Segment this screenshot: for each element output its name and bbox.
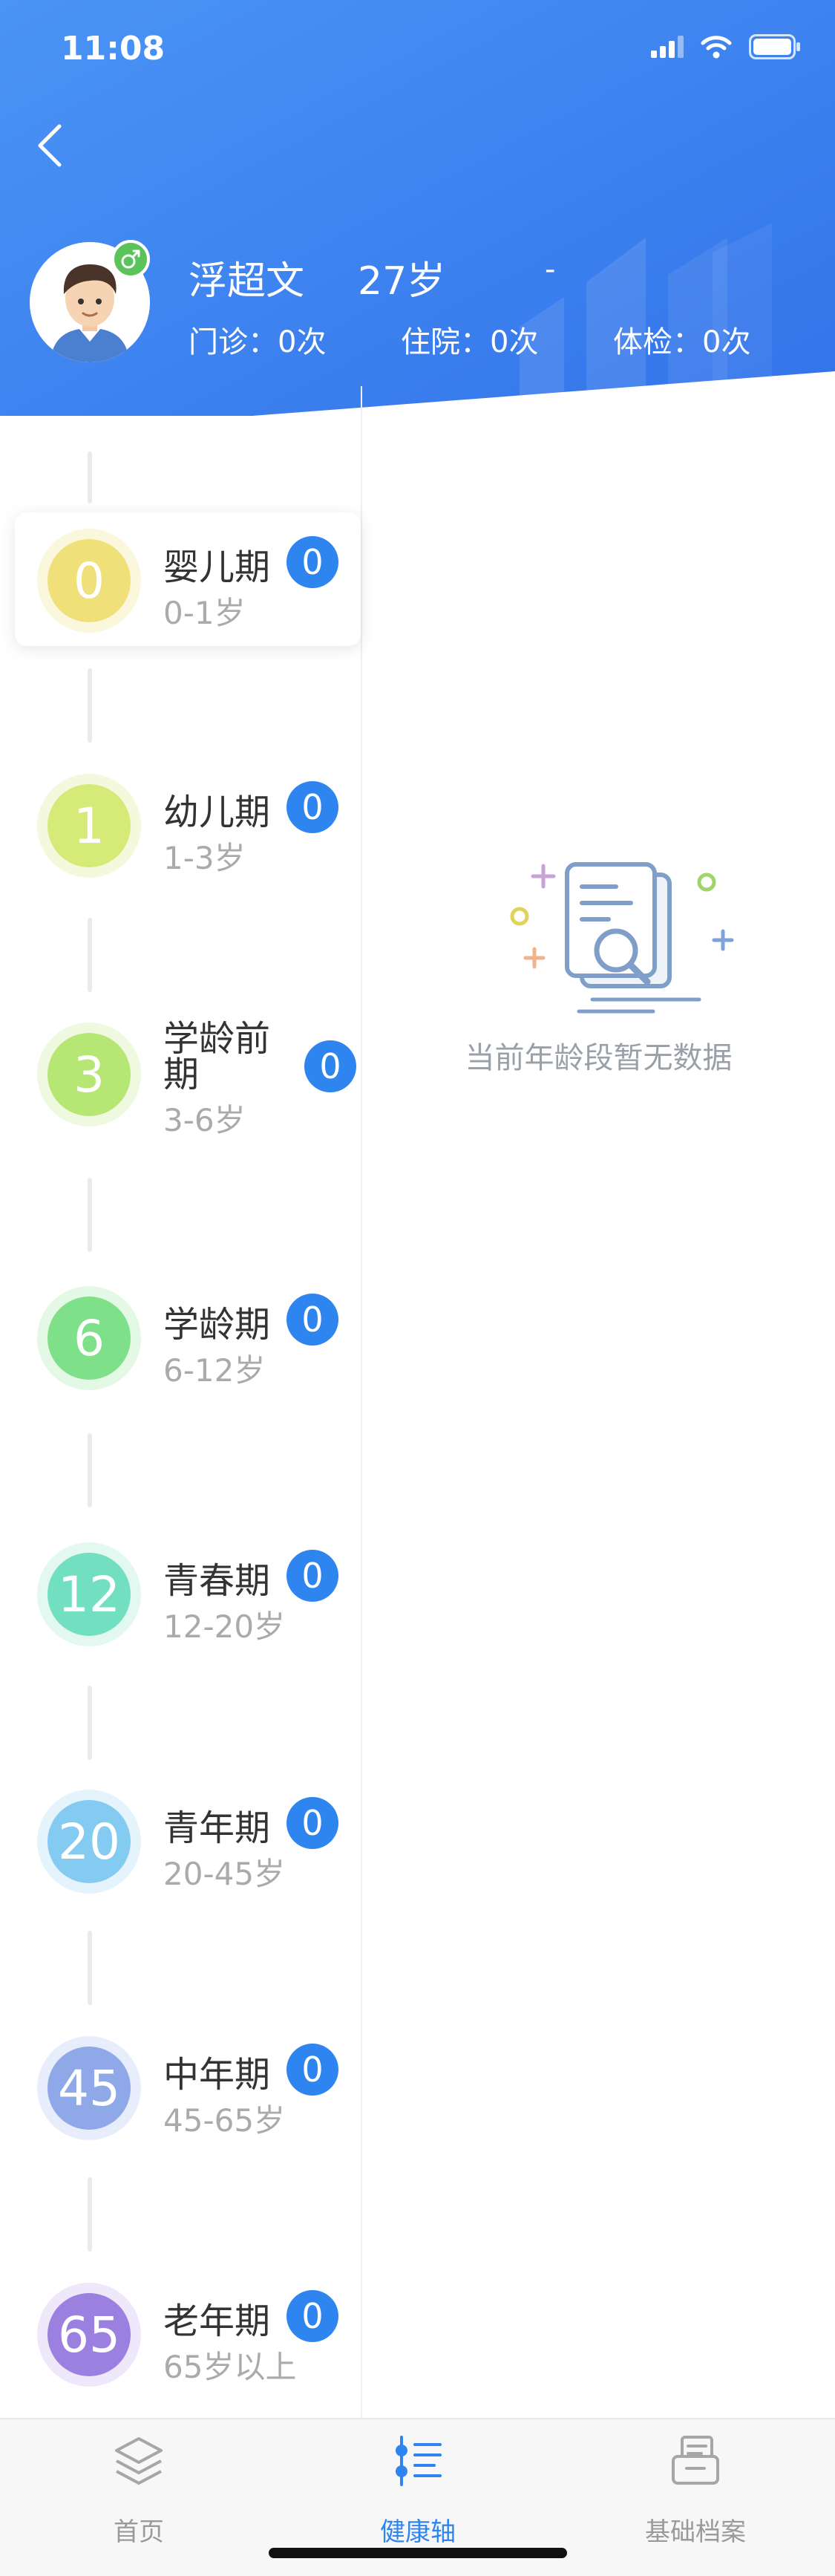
stage-title: 中年期 xyxy=(163,2054,271,2096)
stage-age-circle: 3 xyxy=(48,1033,131,1116)
stage-count-badge: 0 xyxy=(286,1550,338,1602)
stage-item[interactable]: 20 青年期 20-45岁 0 xyxy=(15,1773,361,1907)
stage-item[interactable]: 3 学龄前期 3-6岁 0 xyxy=(15,1006,361,1140)
stage-age-range: 3-6岁 xyxy=(163,1102,246,1138)
timeline-connector xyxy=(88,451,92,503)
timeline-connector xyxy=(88,1931,92,2005)
tab-home[interactable]: 首页 xyxy=(46,2434,232,2547)
stage-title: 学龄期 xyxy=(163,1304,271,1346)
stage-age-circle: 65 xyxy=(48,2293,131,2376)
stage-item[interactable]: 1 幼儿期 1-3岁 0 xyxy=(15,757,361,891)
tab-basic-records-label: 基础档案 xyxy=(645,2517,746,2547)
stage-age-circle: 6 xyxy=(48,1297,131,1380)
panel-divider xyxy=(361,386,362,2421)
tab-health-timeline[interactable]: 健康轴 xyxy=(325,2434,511,2547)
stage-age-range: 1-3岁 xyxy=(163,840,246,876)
stage-item[interactable]: 6 学龄期 6-12岁 0 xyxy=(15,1270,361,1403)
stage-count-badge: 0 xyxy=(286,2044,338,2096)
tab-basic-records[interactable]: 基础档案 xyxy=(603,2434,788,2547)
timeline-connector xyxy=(88,1686,92,1760)
checkup-count: 体检：0次 xyxy=(613,325,751,359)
male-gender-icon xyxy=(111,240,150,278)
stage-count-badge: 0 xyxy=(286,1294,338,1346)
timeline-list-icon xyxy=(396,2436,442,2486)
home-indicator xyxy=(269,2548,567,2558)
stage-title: 青春期 xyxy=(163,1560,271,1602)
stage-item[interactable]: 65 老年期 65岁以上 0 xyxy=(15,2266,361,2400)
stage-count-badge: 0 xyxy=(304,1040,356,1092)
user-name: 浮超文 xyxy=(189,259,305,304)
stage-title: 幼儿期 xyxy=(163,792,271,833)
stage-item[interactable]: 45 中年期 45-65岁 0 xyxy=(15,2020,361,2153)
wifi-icon xyxy=(701,36,732,59)
user-age: 27岁 xyxy=(358,259,446,304)
tab-home-label: 首页 xyxy=(114,2517,164,2547)
stage-title: 老年期 xyxy=(163,2301,271,2342)
status-icons xyxy=(651,34,801,59)
stage-title: 青年期 xyxy=(163,1807,271,1849)
stage-item[interactable]: 12 青春期 12-20岁 0 xyxy=(15,1526,361,1660)
stage-age-range: 0-1岁 xyxy=(163,595,246,631)
inpatient-count: 住院：0次 xyxy=(401,325,539,359)
cellular-signal-icon xyxy=(651,36,684,58)
layers-icon xyxy=(115,2437,163,2485)
timeline-connector xyxy=(88,1178,92,1252)
empty-state-text: 当前年龄段暂无数据 xyxy=(465,1041,733,1075)
timeline-connector xyxy=(88,668,92,743)
profile-header: 11:08 浮超文 27岁 - 门诊：0次 住院：0次 体检：0次 xyxy=(0,0,835,446)
stage-age-circle: 20 xyxy=(48,1800,131,1883)
timeline-connector xyxy=(88,2177,92,2251)
stage-age-circle: 0 xyxy=(48,539,131,622)
stage-age-range: 12-20岁 xyxy=(163,1608,286,1645)
status-time: 11:08 xyxy=(61,30,166,68)
battery-icon xyxy=(749,34,800,59)
user-extra: - xyxy=(545,252,556,287)
no-data-illustration xyxy=(510,862,734,1014)
timeline-connector xyxy=(88,918,92,992)
stage-age-range: 6-12岁 xyxy=(163,1352,266,1389)
tab-health-timeline-label: 健康轴 xyxy=(380,2517,456,2547)
stage-age-range: 65岁以上 xyxy=(163,2349,297,2385)
timeline-connector xyxy=(88,1433,92,1507)
stage-count-badge: 0 xyxy=(286,1797,338,1849)
back-icon[interactable] xyxy=(30,119,74,172)
stage-age-circle: 12 xyxy=(48,1553,131,1636)
stage-age-range: 45-65岁 xyxy=(163,2102,286,2139)
stage-title: 学龄前期 xyxy=(163,1018,271,1095)
stage-count-badge: 0 xyxy=(286,781,338,833)
stage-age-circle: 1 xyxy=(48,784,131,867)
stage-title: 婴儿期 xyxy=(163,547,271,588)
stage-item[interactable]: 0 婴儿期 0-1岁 0 xyxy=(15,512,361,646)
outpatient-count: 门诊：0次 xyxy=(189,325,327,359)
folder-archive-icon xyxy=(672,2436,719,2485)
stage-age-circle: 45 xyxy=(48,2047,131,2130)
stage-count-badge: 0 xyxy=(286,536,338,588)
stage-age-range: 20-45岁 xyxy=(163,1856,286,1892)
stage-count-badge: 0 xyxy=(286,2290,338,2342)
